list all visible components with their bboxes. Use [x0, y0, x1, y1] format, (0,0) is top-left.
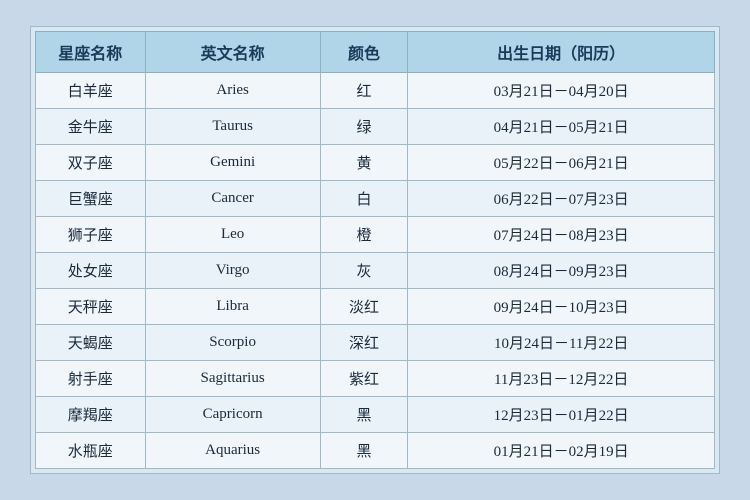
table-body: 白羊座Aries红03月21日－04月20日金牛座Taurus绿04月21日－0…: [36, 73, 715, 469]
cell-english: Taurus: [145, 109, 320, 145]
cell-english: Leo: [145, 217, 320, 253]
cell-color: 灰: [320, 253, 408, 289]
zodiac-table-container: 星座名称 英文名称 颜色 出生日期（阳历） 白羊座Aries红03月21日－04…: [30, 26, 720, 474]
cell-date: 01月21日－02月19日: [408, 433, 715, 469]
header-english: 英文名称: [145, 32, 320, 73]
cell-date: 10月24日－11月22日: [408, 325, 715, 361]
cell-chinese: 射手座: [36, 361, 146, 397]
header-chinese: 星座名称: [36, 32, 146, 73]
cell-color: 橙: [320, 217, 408, 253]
cell-english: Aries: [145, 73, 320, 109]
table-row: 摩羯座Capricorn黑12月23日－01月22日: [36, 397, 715, 433]
cell-english: Aquarius: [145, 433, 320, 469]
table-row: 巨蟹座Cancer白06月22日－07月23日: [36, 181, 715, 217]
table-row: 处女座Virgo灰08月24日－09月23日: [36, 253, 715, 289]
cell-english: Gemini: [145, 145, 320, 181]
cell-color: 黑: [320, 397, 408, 433]
header-date: 出生日期（阳历）: [408, 32, 715, 73]
cell-color: 红: [320, 73, 408, 109]
header-color: 颜色: [320, 32, 408, 73]
cell-english: Cancer: [145, 181, 320, 217]
table-row: 天秤座Libra淡红09月24日－10月23日: [36, 289, 715, 325]
cell-color: 淡红: [320, 289, 408, 325]
table-row: 双子座Gemini黄05月22日－06月21日: [36, 145, 715, 181]
cell-english: Scorpio: [145, 325, 320, 361]
cell-date: 04月21日－05月21日: [408, 109, 715, 145]
cell-color: 绿: [320, 109, 408, 145]
cell-chinese: 白羊座: [36, 73, 146, 109]
cell-date: 12月23日－01月22日: [408, 397, 715, 433]
table-header-row: 星座名称 英文名称 颜色 出生日期（阳历）: [36, 32, 715, 73]
cell-date: 09月24日－10月23日: [408, 289, 715, 325]
cell-color: 黄: [320, 145, 408, 181]
cell-english: Libra: [145, 289, 320, 325]
cell-color: 白: [320, 181, 408, 217]
table-row: 狮子座Leo橙07月24日－08月23日: [36, 217, 715, 253]
cell-chinese: 处女座: [36, 253, 146, 289]
cell-date: 11月23日－12月22日: [408, 361, 715, 397]
cell-english: Virgo: [145, 253, 320, 289]
cell-chinese: 双子座: [36, 145, 146, 181]
table-row: 白羊座Aries红03月21日－04月20日: [36, 73, 715, 109]
cell-color: 深红: [320, 325, 408, 361]
cell-color: 紫红: [320, 361, 408, 397]
cell-english: Sagittarius: [145, 361, 320, 397]
zodiac-table: 星座名称 英文名称 颜色 出生日期（阳历） 白羊座Aries红03月21日－04…: [35, 31, 715, 469]
cell-date: 05月22日－06月21日: [408, 145, 715, 181]
cell-chinese: 金牛座: [36, 109, 146, 145]
cell-date: 06月22日－07月23日: [408, 181, 715, 217]
table-row: 金牛座Taurus绿04月21日－05月21日: [36, 109, 715, 145]
cell-date: 03月21日－04月20日: [408, 73, 715, 109]
cell-color: 黑: [320, 433, 408, 469]
cell-english: Capricorn: [145, 397, 320, 433]
cell-chinese: 巨蟹座: [36, 181, 146, 217]
cell-chinese: 摩羯座: [36, 397, 146, 433]
cell-date: 08月24日－09月23日: [408, 253, 715, 289]
table-row: 射手座Sagittarius紫红11月23日－12月22日: [36, 361, 715, 397]
cell-chinese: 水瓶座: [36, 433, 146, 469]
cell-chinese: 狮子座: [36, 217, 146, 253]
table-row: 水瓶座Aquarius黑01月21日－02月19日: [36, 433, 715, 469]
cell-date: 07月24日－08月23日: [408, 217, 715, 253]
cell-chinese: 天蝎座: [36, 325, 146, 361]
cell-chinese: 天秤座: [36, 289, 146, 325]
table-row: 天蝎座Scorpio深红10月24日－11月22日: [36, 325, 715, 361]
